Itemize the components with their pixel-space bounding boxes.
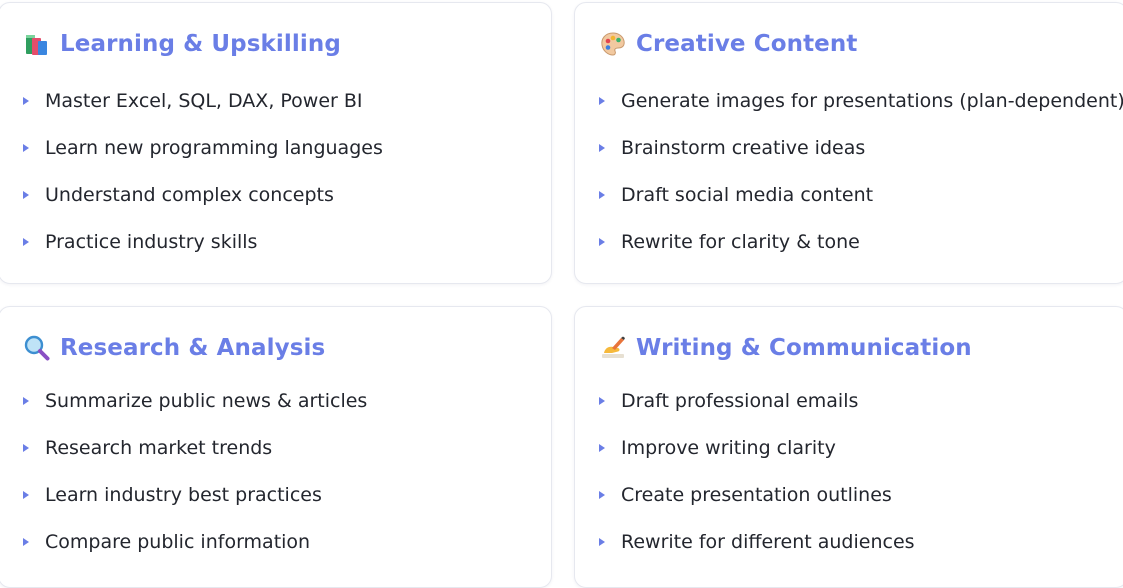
list-item: Learn new programming languages bbox=[23, 134, 383, 181]
list-item: Improve writing clarity bbox=[599, 434, 915, 481]
list-item: Create presentation outlines bbox=[599, 481, 915, 528]
item-list: Summarize public news & articles Researc… bbox=[23, 387, 367, 575]
bullet-icon bbox=[599, 191, 605, 199]
bullet-icon bbox=[599, 144, 605, 152]
books-icon bbox=[23, 30, 51, 58]
bullet-icon bbox=[599, 538, 605, 546]
bullet-icon bbox=[599, 238, 605, 246]
bullet-icon bbox=[23, 397, 29, 405]
item-text: Research market trends bbox=[45, 437, 273, 459]
card-title: Learning & Upskilling bbox=[60, 31, 341, 57]
bullet-icon bbox=[23, 238, 29, 246]
item-text: Create presentation outlines bbox=[621, 484, 892, 506]
item-text: Master Excel, SQL, DAX, Power BI bbox=[45, 90, 363, 112]
list-item: Master Excel, SQL, DAX, Power BI bbox=[23, 87, 383, 134]
card-research-analysis: Research & Analysis Summarize public new… bbox=[0, 306, 552, 588]
bullet-icon bbox=[599, 491, 605, 499]
bullet-icon bbox=[599, 444, 605, 452]
item-text: Understand complex concepts bbox=[45, 184, 334, 206]
item-text: Draft professional emails bbox=[621, 390, 859, 412]
item-text: Improve writing clarity bbox=[621, 437, 836, 459]
item-text: Brainstorm creative ideas bbox=[621, 137, 866, 159]
bullet-icon bbox=[599, 397, 605, 405]
item-text: Rewrite for clarity & tone bbox=[621, 231, 860, 253]
item-text: Practice industry skills bbox=[45, 231, 258, 253]
list-item: Rewrite for clarity & tone bbox=[599, 228, 1123, 275]
card-header: Learning & Upskilling bbox=[23, 29, 341, 59]
writing-hand-icon bbox=[599, 334, 627, 362]
magnifier-icon bbox=[23, 334, 51, 362]
bullet-icon bbox=[23, 444, 29, 452]
bullet-icon bbox=[23, 491, 29, 499]
card-header: Writing & Communication bbox=[599, 333, 972, 363]
card-learning-upskilling: Learning & Upskilling Master Excel, SQL,… bbox=[0, 2, 552, 284]
list-item: Draft social media content bbox=[599, 181, 1123, 228]
bullet-icon bbox=[23, 144, 29, 152]
list-item: Rewrite for different audiences bbox=[599, 528, 915, 575]
palette-icon bbox=[599, 30, 627, 58]
item-text: Learn industry best practices bbox=[45, 484, 322, 506]
item-text: Generate images for presentations (plan-… bbox=[621, 90, 1123, 112]
item-text: Summarize public news & articles bbox=[45, 390, 368, 412]
item-text: Compare public information bbox=[45, 531, 311, 553]
list-item: Summarize public news & articles bbox=[23, 387, 367, 434]
list-item: Generate images for presentations (plan-… bbox=[599, 87, 1123, 134]
list-item: Learn industry best practices bbox=[23, 481, 367, 528]
list-item: Understand complex concepts bbox=[23, 181, 383, 228]
list-item: Brainstorm creative ideas bbox=[599, 134, 1123, 181]
item-text: Learn new programming languages bbox=[45, 137, 383, 159]
card-title: Research & Analysis bbox=[60, 335, 326, 361]
bullet-icon bbox=[23, 97, 29, 105]
item-text: Rewrite for different audiences bbox=[621, 531, 915, 553]
card-title: Creative Content bbox=[636, 31, 858, 57]
list-item: Compare public information bbox=[23, 528, 367, 575]
item-list: Draft professional emails Improve writin… bbox=[599, 387, 915, 575]
card-header: Research & Analysis bbox=[23, 333, 325, 363]
bullet-icon bbox=[23, 191, 29, 199]
list-item: Draft professional emails bbox=[599, 387, 915, 434]
card-title: Writing & Communication bbox=[636, 335, 972, 361]
card-writing-communication: Writing & Communication Draft profession… bbox=[574, 306, 1123, 588]
bullet-icon bbox=[599, 97, 605, 105]
card-header: Creative Content bbox=[599, 29, 857, 59]
item-list: Generate images for presentations (plan-… bbox=[599, 87, 1123, 275]
list-item: Research market trends bbox=[23, 434, 367, 481]
card-creative-content: Creative Content Generate images for pre… bbox=[574, 2, 1123, 284]
item-list: Master Excel, SQL, DAX, Power BI Learn n… bbox=[23, 87, 383, 275]
item-text: Draft social media content bbox=[621, 184, 874, 206]
list-item: Practice industry skills bbox=[23, 228, 383, 275]
bullet-icon bbox=[23, 538, 29, 546]
